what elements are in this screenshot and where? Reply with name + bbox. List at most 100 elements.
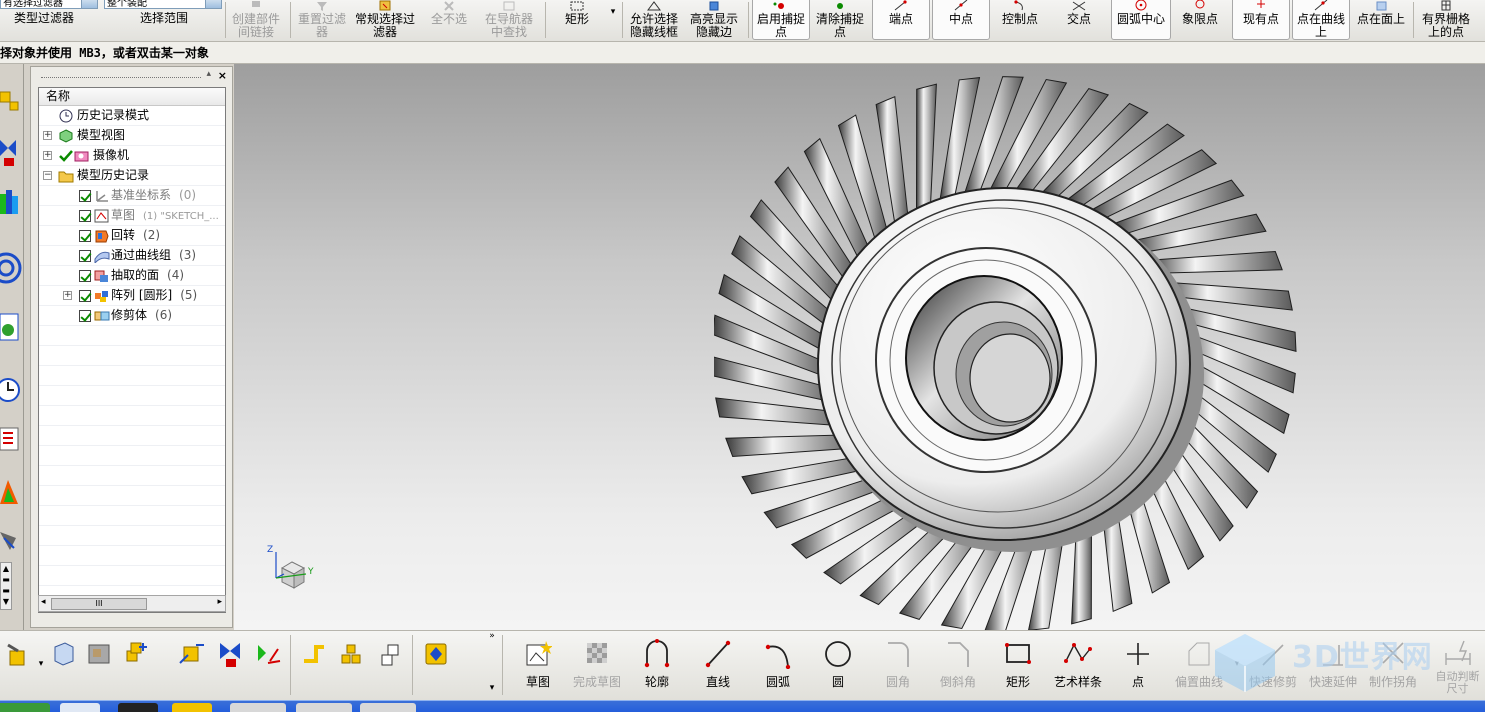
quadrant-snap-button[interactable]: 象限点 <box>1172 0 1228 40</box>
tree-row[interactable]: + 模型视图 <box>39 126 225 146</box>
visibility-checkbox[interactable] <box>79 310 91 322</box>
expand-icon[interactable]: + <box>43 131 52 140</box>
history-palette-tab[interactable] <box>0 370 22 410</box>
close-icon[interactable]: × <box>218 69 227 82</box>
roles-tab[interactable] <box>0 474 22 514</box>
visibility-checkbox[interactable] <box>79 190 91 202</box>
chevron-down-icon[interactable] <box>81 0 97 8</box>
start-button[interactable] <box>0 703 50 712</box>
assembly-constraints-button[interactable] <box>212 633 248 695</box>
process-studio-tab[interactable] <box>0 420 22 460</box>
tree-row[interactable]: 抽取的面 (4) <box>39 266 225 286</box>
tree-row[interactable]: 回转 (2) <box>39 226 225 246</box>
taskbar-app[interactable] <box>296 703 352 712</box>
studio-spline-button[interactable]: 艺术样条 <box>1050 633 1106 695</box>
taskbar-app[interactable] <box>118 703 158 712</box>
allow-hidden-wireframe-button[interactable]: 允许选择隐藏线框 <box>625 0 683 40</box>
arc-button[interactable]: 圆弧 <box>750 633 806 695</box>
minimize-icon[interactable]: ▴ <box>206 69 211 79</box>
clear-snap-point-button[interactable]: 清除捕捉点 <box>812 0 868 40</box>
find-in-navigator-button[interactable]: 在导航器中查找 <box>480 0 538 40</box>
graphics-window[interactable]: Z Y <box>234 64 1485 630</box>
enable-snap-point-button[interactable]: 启用捕捉点 <box>752 0 810 40</box>
reset-filter-button[interactable]: 重置过滤器 <box>293 0 351 40</box>
expand-icon[interactable]: + <box>63 291 72 300</box>
drag-handle[interactable] <box>41 77 201 78</box>
mirror-assembly-button[interactable] <box>372 633 408 695</box>
taskbar-app[interactable] <box>172 703 212 712</box>
fillet-button[interactable]: 圆角 <box>870 633 926 695</box>
constraint-navigator-tab[interactable] <box>0 134 22 174</box>
circle-button[interactable]: 圆 <box>810 633 866 695</box>
arc-center-snap-button[interactable]: 圆弧中心 <box>1111 0 1171 40</box>
scroll-right-icon[interactable]: ▸ <box>217 597 222 607</box>
horizontal-scrollbar[interactable]: ◂ III ▸ <box>38 595 226 612</box>
visibility-checkbox[interactable] <box>79 290 91 302</box>
taskbar-app[interactable] <box>60 703 100 712</box>
chamfer-button[interactable]: 倒斜角 <box>930 633 986 695</box>
expand-icon[interactable]: + <box>43 151 52 160</box>
visibility-checkbox[interactable] <box>79 230 91 242</box>
tree-row[interactable]: 基准坐标系 (0) <box>39 186 225 206</box>
tree-row[interactable]: 修剪体 (6) <box>39 306 225 326</box>
part-navigator-tab[interactable] <box>0 184 22 224</box>
pattern-component-button[interactable] <box>334 633 370 695</box>
resource-bar-scroller[interactable]: ▲ ▬ ▬ ▼ <box>0 562 12 610</box>
rectangle-select-button[interactable]: 矩形 <box>550 0 604 40</box>
rectangle-button[interactable]: 矩形 <box>990 633 1046 695</box>
reuse-library-tab[interactable] <box>0 246 22 286</box>
deselect-all-button[interactable]: 全不选 <box>420 0 478 40</box>
finish-sketch-button[interactable]: 完成草图 <box>566 633 628 695</box>
quick-trim-button[interactable]: 快速修剪 <box>1244 633 1302 695</box>
tree-row[interactable]: 历史记录模式 <box>39 106 225 126</box>
sketch-button[interactable]: 草图 <box>512 633 564 695</box>
endpoint-snap-button[interactable]: 端点 <box>872 0 930 40</box>
general-filter-button[interactable]: 常规选择过滤器 <box>352 0 418 40</box>
make-corner-button[interactable]: 制作拐角 <box>1364 633 1422 695</box>
existing-point-snap-button[interactable]: 现有点 <box>1232 0 1290 40</box>
control-point-snap-button[interactable]: 控制点 <box>992 0 1048 40</box>
scroll-thumb[interactable]: III <box>51 598 147 610</box>
taskbar-app[interactable] <box>360 703 416 712</box>
point-on-curve-snap-button[interactable]: 点在曲线上 <box>1292 0 1350 40</box>
scope-dropdown[interactable]: 整个装配 <box>104 0 222 9</box>
chevron-down-icon[interactable] <box>205 0 221 8</box>
view-cube-button[interactable] <box>46 633 80 695</box>
filter-dropdown[interactable]: 有选择过滤器 <box>0 0 98 9</box>
highlight-hidden-edges-button[interactable]: 高亮显示隐藏边 <box>685 0 743 40</box>
collapse-icon[interactable]: − <box>43 171 52 180</box>
create-component-link-button[interactable]: 创建部件间链接 <box>228 0 284 40</box>
visibility-checkbox[interactable] <box>79 210 91 222</box>
web-browser-tab[interactable] <box>0 308 22 348</box>
tree-row[interactable]: 通过曲线组 (3) <box>39 246 225 266</box>
tree-row[interactable]: 草图 (1) "SKETCH_... <box>39 206 225 226</box>
tree-row[interactable]: + 阵列 [圆形] (5) <box>39 286 225 306</box>
turbine-model[interactable] <box>714 74 1334 630</box>
rectangle-dropdown-arrow[interactable]: ▾ <box>606 6 620 46</box>
assembly-button[interactable] <box>0 633 40 695</box>
visibility-checkbox[interactable] <box>79 250 91 262</box>
offset-curve-button[interactable]: 偏置曲线 <box>1170 633 1228 695</box>
intersection-snap-button[interactable]: 交点 <box>1050 0 1108 40</box>
bounded-grid-point-button[interactable]: 有界栅格上的点 <box>1416 0 1476 40</box>
sketch-environment-button[interactable] <box>416 633 456 695</box>
wave-geometry-linker-button[interactable] <box>296 633 332 695</box>
move-component-button[interactable] <box>172 633 212 695</box>
component-button[interactable] <box>82 633 116 695</box>
tree-column-header[interactable]: 名称 <box>39 88 225 106</box>
quick-extend-button[interactable]: 快速延伸 <box>1304 633 1362 695</box>
taskbar-app[interactable] <box>230 703 286 712</box>
tree-row[interactable]: − 模型历史记录 <box>39 166 225 186</box>
point-button[interactable]: 点 <box>1110 633 1166 695</box>
profile-button[interactable]: 轮廓 <box>630 633 684 695</box>
point-on-face-snap-button[interactable]: 点在面上 <box>1352 0 1410 40</box>
navigator-titlebar[interactable]: ▴ × <box>35 69 229 83</box>
assembly-navigator-tab[interactable] <box>0 86 22 126</box>
midpoint-snap-button[interactable]: 中点 <box>932 0 990 40</box>
system-scenes-tab[interactable] <box>0 524 22 564</box>
tree-row[interactable]: + 摄像机 <box>39 146 225 166</box>
auto-dimension-button[interactable]: 自动判断尺寸 <box>1430 633 1485 695</box>
visibility-checkbox[interactable] <box>79 270 91 282</box>
show-degrees-of-freedom-button[interactable] <box>250 633 286 695</box>
scroll-left-icon[interactable]: ◂ <box>41 597 46 607</box>
